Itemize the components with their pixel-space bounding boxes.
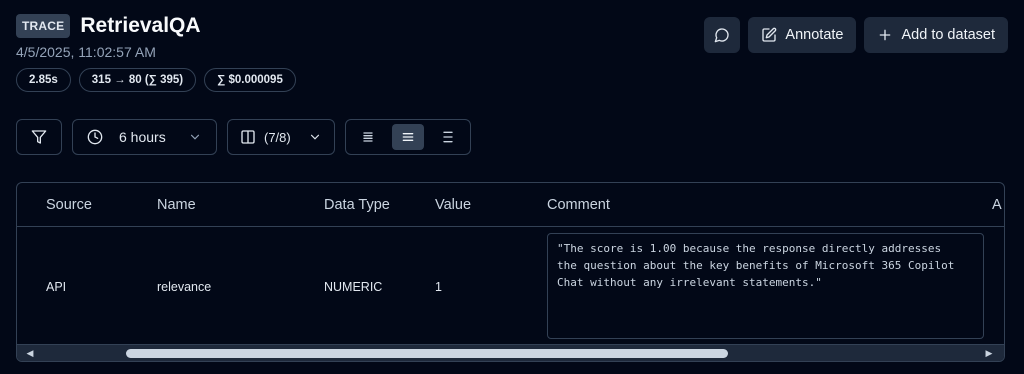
- latency-pill: 2.85s: [16, 68, 71, 92]
- page-title: RetrievalQA: [80, 14, 201, 37]
- scroll-left-icon[interactable]: ◀: [25, 348, 35, 358]
- time-range-value: 6 hours: [119, 129, 166, 145]
- header-actions: Annotate Add to dataset: [704, 17, 1008, 53]
- chevron-down-icon: [310, 134, 320, 140]
- cell-source: API: [46, 280, 67, 294]
- scores-table: Source Name Data Type Value Comment A AP…: [16, 182, 1005, 362]
- cell-comment: "The score is 1.00 because the response …: [547, 233, 984, 339]
- column-header-value[interactable]: Value: [435, 197, 471, 213]
- table-header: Source Name Data Type Value Comment A: [17, 183, 1004, 227]
- column-header-name[interactable]: Name: [157, 197, 196, 213]
- cell-value: 1: [435, 280, 442, 294]
- trace-metrics: 2.85s 315 → 80 (∑ 395) ∑ $0.000095: [16, 68, 1008, 92]
- pencil-square-icon: [762, 27, 777, 42]
- tokens-pill: 315 → 80 (∑ 395): [78, 68, 197, 92]
- horizontal-scrollbar[interactable]: ◀ ▶: [17, 344, 1004, 361]
- column-header-truncated[interactable]: A: [992, 197, 1002, 213]
- density-compact-option[interactable]: [352, 124, 384, 150]
- add-to-dataset-button[interactable]: Add to dataset: [864, 17, 1008, 53]
- lines-spacious-icon: [443, 131, 453, 143]
- table-row[interactable]: API relevance NUMERIC 1 "The score is 1.…: [17, 228, 1004, 343]
- density-spacious-option[interactable]: [432, 124, 464, 150]
- density-default-option[interactable]: [392, 124, 424, 150]
- table-toolbar: 6 hours (7/8): [16, 119, 471, 155]
- column-header-data-type[interactable]: Data Type: [324, 197, 390, 213]
- clock-icon: [87, 129, 103, 145]
- cost-pill: ∑ $0.000095: [204, 68, 296, 92]
- filter-button[interactable]: [16, 119, 62, 155]
- cell-data-type: NUMERIC: [324, 280, 383, 294]
- column-header-source[interactable]: Source: [46, 197, 92, 213]
- add-to-dataset-label: Add to dataset: [901, 27, 995, 43]
- time-range-select[interactable]: 6 hours: [72, 119, 217, 155]
- lines-compact-icon: [363, 132, 373, 142]
- trace-badge: TRACE: [16, 14, 71, 38]
- comment-button[interactable]: [704, 17, 741, 53]
- annotate-label: Annotate: [785, 27, 844, 43]
- chevron-down-icon: [190, 134, 200, 140]
- scrollbar-thumb[interactable]: [125, 349, 728, 358]
- message-circle-icon: [715, 28, 730, 43]
- row-density-toggle: [345, 119, 471, 155]
- filter-icon: [31, 130, 47, 144]
- annotate-button[interactable]: Annotate: [748, 17, 857, 53]
- columns-select[interactable]: (7/8): [227, 119, 335, 155]
- lines-default-icon: [402, 133, 414, 141]
- plus-icon: [880, 29, 891, 41]
- trace-header: TRACE RetrievalQA 4/5/2025, 11:02:57 AM …: [16, 14, 1008, 94]
- columns-icon: [241, 130, 255, 144]
- columns-count: (7/8): [264, 129, 291, 145]
- cell-name: relevance: [157, 280, 212, 294]
- scroll-right-icon[interactable]: ▶: [984, 348, 994, 358]
- column-header-comment[interactable]: Comment: [547, 197, 610, 213]
